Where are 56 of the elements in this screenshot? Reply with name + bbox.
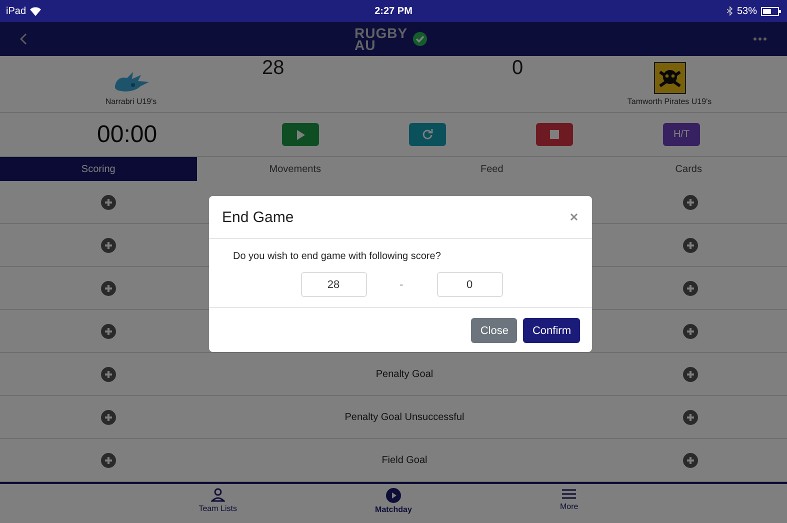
- nav-item[interactable]: Team Lists: [182, 488, 253, 523]
- add-icon[interactable]: [100, 280, 116, 296]
- control-button[interactable]: H/T: [663, 123, 700, 146]
- add-icon[interactable]: [682, 324, 698, 338]
- add-icon[interactable]: [100, 238, 116, 252]
- more-icon[interactable]: [753, 37, 767, 41]
- refresh-icon: [422, 129, 433, 140]
- menu-icon: [562, 488, 576, 500]
- team-score: 28: [262, 56, 286, 81]
- tab[interactable]: Scoring: [0, 157, 197, 181]
- confirm-button[interactable]: Confirm: [523, 318, 580, 343]
- add-icon[interactable]: [100, 452, 116, 468]
- add-icon[interactable]: [100, 324, 116, 338]
- scoring-event-label: Field Goal: [382, 454, 428, 466]
- play-circle-icon: [386, 488, 401, 503]
- score-input[interactable]: 0: [436, 272, 502, 297]
- play-icon: [296, 130, 304, 140]
- dialog-title: End Game: [222, 208, 294, 226]
- battery-icon: [761, 6, 781, 16]
- scoring-event-label: Penalty Goal Unsuccessful: [344, 412, 464, 422]
- person-icon: [210, 488, 225, 502]
- add-icon[interactable]: [682, 238, 698, 252]
- bluetooth-icon: [726, 6, 733, 16]
- add-icon[interactable]: [100, 194, 116, 210]
- device-name: iPad: [6, 6, 26, 16]
- add-icon[interactable]: [100, 366, 116, 382]
- logo-text: AU: [354, 39, 376, 51]
- clock-time: 2:27 PM: [374, 6, 412, 16]
- dialog-message: Do you wish to end game with following score?: [232, 251, 441, 262]
- score-separator: -: [398, 278, 404, 290]
- add-icon[interactable]: [682, 194, 698, 210]
- skull-logo-icon: [654, 62, 686, 94]
- add-icon[interactable]: [100, 410, 116, 424]
- back-icon[interactable]: [20, 33, 28, 45]
- match-timer: 00:00: [97, 120, 158, 148]
- score-input[interactable]: 28: [300, 272, 366, 297]
- nav-item[interactable]: Matchday: [358, 488, 428, 523]
- control-button[interactable]: [282, 123, 319, 146]
- logo-text: RUGBY: [354, 27, 408, 39]
- battery-percent: 53%: [736, 6, 757, 16]
- control-button[interactable]: [409, 123, 446, 146]
- control-button[interactable]: [536, 123, 573, 146]
- scoring-event-label: Penalty Goal: [376, 368, 434, 380]
- nav-item[interactable]: More: [534, 488, 604, 523]
- add-icon[interactable]: [682, 410, 698, 424]
- team-score: 0: [512, 56, 524, 81]
- stop-icon: [550, 130, 559, 139]
- add-icon[interactable]: [682, 366, 698, 382]
- wifi-icon: [30, 6, 42, 16]
- add-icon[interactable]: [682, 452, 698, 468]
- check-circle-icon: [412, 32, 427, 46]
- team-name: Narrabri U19's: [105, 97, 157, 106]
- add-icon[interactable]: [682, 280, 698, 296]
- close-button[interactable]: Close: [471, 318, 518, 343]
- team-name: Tamworth Pirates U19's: [627, 97, 712, 106]
- close-icon[interactable]: [570, 213, 578, 221]
